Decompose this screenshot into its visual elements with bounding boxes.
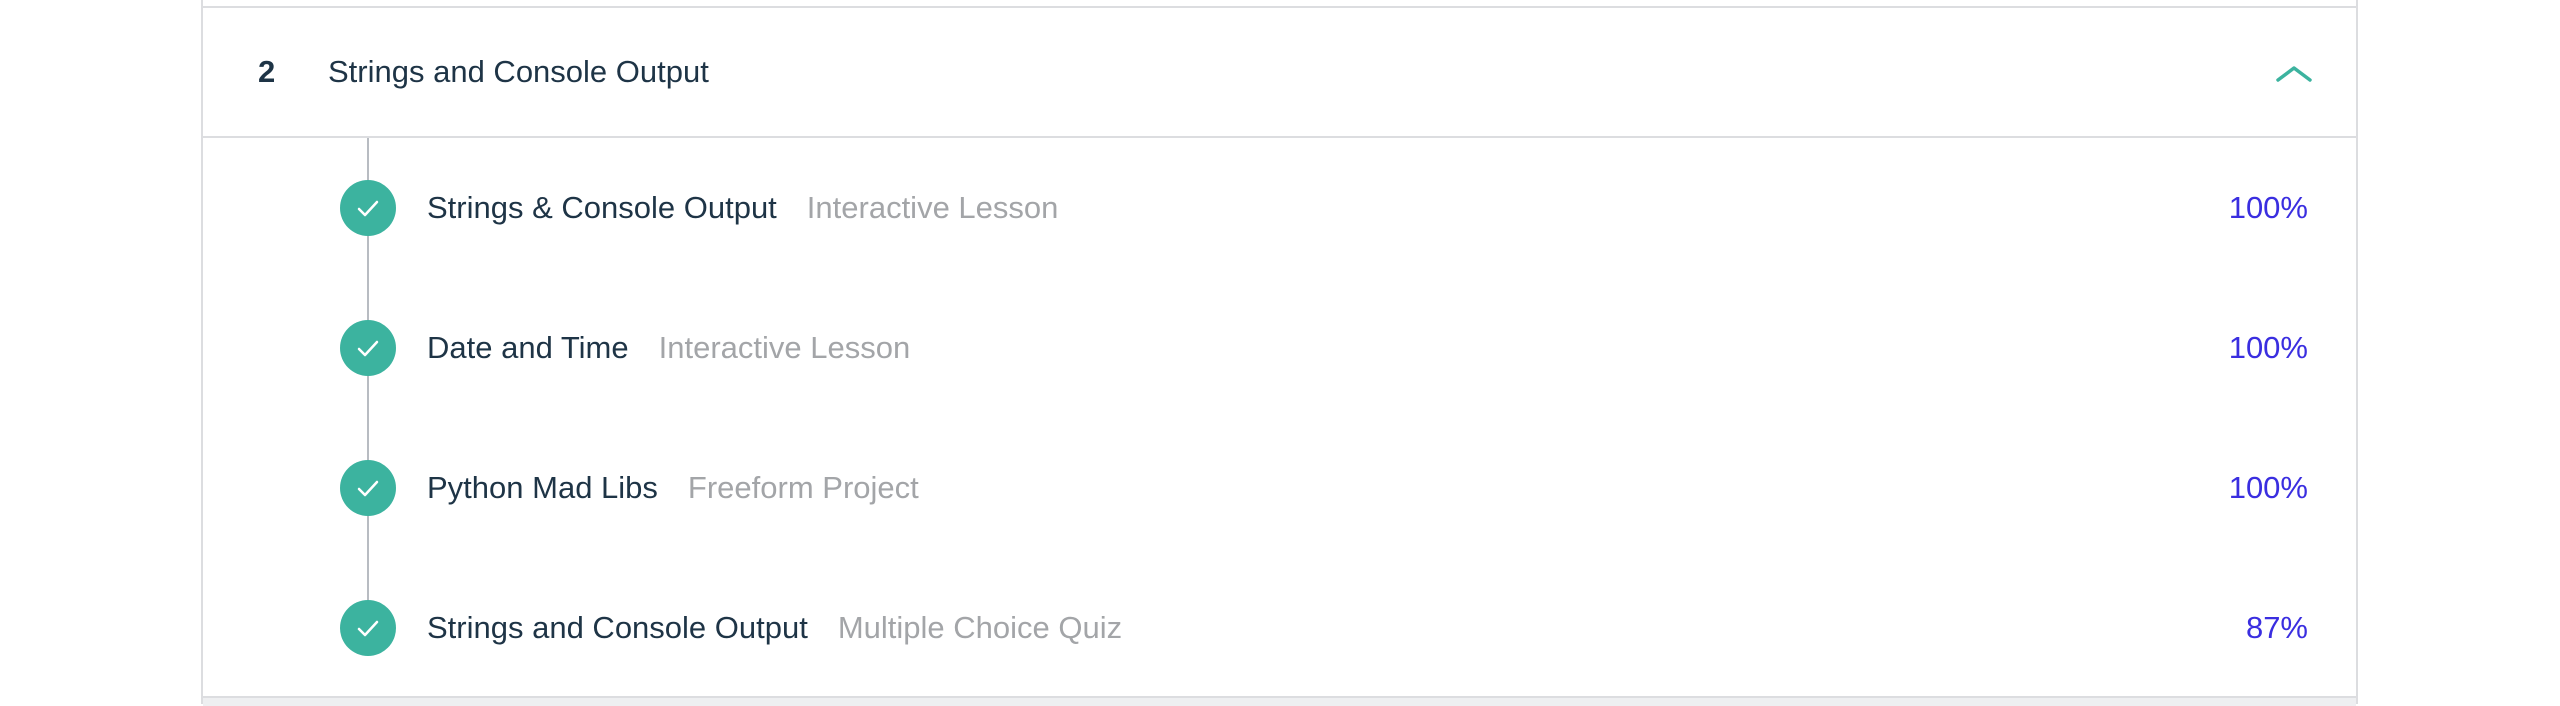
- check-circle-icon: [340, 180, 396, 236]
- lesson-item[interactable]: Date and Time Interactive Lesson 100%: [203, 278, 2356, 418]
- lesson-type: Interactive Lesson: [658, 330, 911, 365]
- lesson-title[interactable]: Date and Time: [427, 330, 629, 365]
- lesson-type: Multiple Choice Quiz: [837, 610, 1123, 645]
- check-circle-icon: [340, 320, 396, 376]
- lesson-type: Freeform Project: [687, 470, 919, 505]
- lesson-item[interactable]: Strings and Console Output Multiple Choic…: [203, 558, 2356, 698]
- bottom-divider: [203, 696, 2356, 706]
- lesson-item[interactable]: Python Mad Libs Freeform Project 100%: [203, 418, 2356, 558]
- course-section-panel: 2 Strings and Console Output Strings & C…: [201, 0, 2358, 706]
- lesson-type: Interactive Lesson: [806, 190, 1059, 225]
- check-circle-icon: [340, 460, 396, 516]
- lesson-title[interactable]: Strings & Console Output: [427, 190, 777, 225]
- lesson-title[interactable]: Strings and Console Output: [427, 610, 808, 645]
- lesson-progress: 100%: [2228, 330, 2308, 365]
- lesson-list: Strings & Console Output Interactive Less…: [203, 138, 2356, 698]
- lesson-item[interactable]: Strings & Console Output Interactive Less…: [203, 138, 2356, 278]
- section-header[interactable]: 2 Strings and Console Output: [203, 8, 2356, 138]
- lesson-progress: 100%: [2228, 190, 2308, 225]
- lesson-title[interactable]: Python Mad Libs: [427, 470, 658, 505]
- check-circle-icon: [340, 600, 396, 656]
- lesson-progress: 100%: [2228, 470, 2308, 505]
- section-number: 2: [258, 54, 276, 89]
- section-title: Strings and Console Output: [328, 54, 709, 89]
- chevron-up-icon[interactable]: [2274, 58, 2314, 86]
- lesson-progress: 87%: [2245, 610, 2308, 645]
